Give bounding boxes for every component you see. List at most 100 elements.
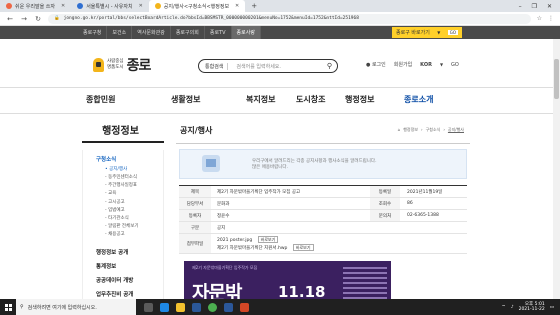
notification-icon[interactable]: ▭ bbox=[550, 305, 554, 310]
store-icon[interactable] bbox=[192, 302, 201, 312]
menu-icon[interactable]: ⋮ bbox=[548, 15, 554, 22]
nav-item[interactable]: 복지정보 bbox=[246, 94, 275, 105]
side-nav-sub-item[interactable]: - 교육 bbox=[105, 190, 116, 196]
logo-subtitle: 사람중심 명품도시 bbox=[107, 59, 124, 71]
table-header-cell: 등록자 bbox=[179, 210, 211, 221]
page-scrollbar[interactable] bbox=[553, 39, 560, 299]
taskbar-search-input[interactable]: 검색하려면 여기에 입력하십시오. bbox=[28, 304, 97, 311]
site-tab[interactable]: 역사문화관광 bbox=[132, 26, 171, 39]
nav-item[interactable]: 생활정보 bbox=[171, 94, 200, 105]
side-nav-sub-item[interactable]: - 채용공고 bbox=[105, 231, 125, 237]
breadcrumb-item[interactable]: 공지/행사 bbox=[448, 127, 464, 133]
nav-item[interactable]: 행정정보 bbox=[345, 94, 374, 105]
close-icon[interactable]: ✕ bbox=[235, 3, 239, 9]
browser-tab-active[interactable]: 공지/행사<구청소식<행정정보 ✕ bbox=[148, 0, 246, 12]
side-nav-sub-item[interactable]: - 고시공고 bbox=[105, 199, 125, 205]
side-nav-item[interactable]: 행정정보 공개 bbox=[96, 248, 128, 256]
powerpoint-icon[interactable] bbox=[240, 302, 249, 312]
view-file-button[interactable]: 바로보기 bbox=[257, 236, 279, 243]
windows-start-icon[interactable] bbox=[0, 299, 16, 315]
browser-tab[interactable]: 서울특별시 - 사유자치 ✕ bbox=[71, 0, 149, 12]
minimize-button[interactable]: – bbox=[519, 3, 522, 10]
side-navigation: 행정정보 구청소식 • 공지/행사 - 동주민센터소식 - 주간행사일정표 - … bbox=[76, 114, 165, 315]
nav-item[interactable]: 종합민원 bbox=[86, 94, 115, 105]
reload-icon[interactable]: ↻ bbox=[34, 15, 42, 23]
signup-link[interactable]: 회원가입 bbox=[394, 61, 412, 68]
chrome-icon[interactable] bbox=[208, 302, 217, 312]
attachment-link[interactable]: 제2기 자문밖마을기획단 지원서.hwp bbox=[217, 246, 287, 251]
site-tab[interactable]: 종로TV bbox=[205, 26, 232, 39]
table-header-cell: 문의처 bbox=[370, 210, 400, 221]
forward-arrow-icon[interactable]: → bbox=[20, 15, 28, 23]
star-icon[interactable]: ☆ bbox=[537, 15, 542, 22]
taskbar-search[interactable]: ⚲ 검색하려면 여기에 입력하십시오. bbox=[16, 299, 136, 315]
new-tab-button[interactable]: + bbox=[245, 2, 263, 10]
task-view-icon[interactable] bbox=[144, 302, 153, 312]
attachment-item: 제2기 자문밖마을기획단 지원서.hwp 바로보기 bbox=[217, 244, 314, 251]
table-row: 담당부서 문화과 조회수 86 bbox=[179, 198, 467, 210]
quick-select-dropdown[interactable]: 종로구 바로가기 ▼ GO bbox=[392, 27, 462, 38]
login-link[interactable]: ● 로그인 bbox=[366, 61, 386, 68]
logo-emblem-icon bbox=[93, 58, 104, 72]
side-nav-sub-item[interactable]: - 알림판 전체보기 bbox=[105, 223, 138, 229]
side-nav-section[interactable]: 구청소식 bbox=[96, 155, 116, 163]
back-arrow-icon[interactable]: ← bbox=[6, 15, 14, 23]
close-window-button[interactable]: ✕ bbox=[547, 3, 552, 10]
site-top-strip: 종로구청 보건소 역사문화관광 종로구의회 종로TV 종로사랑 종로구 바로가기… bbox=[0, 26, 560, 39]
word-icon[interactable] bbox=[224, 302, 233, 312]
search-icon: ⚲ bbox=[20, 304, 24, 310]
volume-icon[interactable]: ♪ bbox=[511, 305, 514, 310]
site-tab[interactable]: 종로구청 bbox=[78, 26, 108, 39]
search-input[interactable]: 검색어를 입력하세요. bbox=[228, 63, 326, 70]
side-nav-item[interactable]: 업무추진비 공개 bbox=[96, 290, 133, 298]
scrollbar-thumb[interactable] bbox=[554, 59, 559, 99]
article-type: 공지 bbox=[217, 225, 226, 231]
language-go-button[interactable]: GO bbox=[451, 62, 459, 68]
address-bar[interactable]: 🔒 jongno.go.kr/portal/bbs/selectBoardArt… bbox=[48, 13, 531, 24]
browser-tab[interactable]: 쉬운 우리말을 쓰자 ✕ bbox=[0, 0, 71, 12]
nav-item[interactable]: 도시창조 bbox=[296, 94, 325, 105]
table-header-cell: 구분 bbox=[179, 222, 211, 233]
wifi-icon[interactable]: ⌔ bbox=[501, 304, 505, 310]
breadcrumb-item[interactable]: 구청소식 bbox=[426, 127, 441, 133]
table-header-cell: 담당부서 bbox=[179, 198, 211, 209]
main-content: 공지/행사 ⌂ 행정정보 › 구청소식 › 공지/행사 우리구에서 알려드리는 … bbox=[176, 114, 470, 315]
site-logo[interactable]: 사람중심 명품도시 종로 bbox=[93, 55, 151, 75]
article-date: 2021년11월19일 bbox=[407, 189, 443, 195]
language-select[interactable]: KOR bbox=[420, 62, 432, 68]
side-nav-item[interactable]: 통계정보 bbox=[96, 262, 116, 270]
search-icon[interactable]: ⚲ bbox=[327, 62, 337, 70]
divider bbox=[82, 141, 164, 143]
article-dept: 문화과 bbox=[217, 201, 230, 207]
close-icon[interactable]: ✕ bbox=[61, 3, 65, 9]
screen: 쉬운 우리말을 쓰자 ✕ 서울특별시 - 사유자치 ✕ 공지/행사<구청소식<행… bbox=[0, 0, 560, 315]
breadcrumb-item[interactable]: 행정정보 bbox=[403, 127, 418, 133]
divider bbox=[176, 143, 470, 144]
clock[interactable]: 오후 5:01 2021-11-22 bbox=[519, 302, 545, 313]
close-icon[interactable]: ✕ bbox=[139, 3, 143, 9]
nav-item-active[interactable]: 종로소개 bbox=[404, 94, 433, 105]
side-nav-sub-item[interactable]: - 입법예고 bbox=[105, 207, 125, 213]
search-bar: 통합검색 검색어를 입력하세요. ⚲ bbox=[198, 59, 338, 73]
quick-go-button[interactable]: GO bbox=[447, 30, 458, 35]
site-tab[interactable]: 종로구의회 bbox=[171, 26, 205, 39]
home-icon[interactable]: ⌂ bbox=[398, 127, 401, 133]
site-tab[interactable]: 보건소 bbox=[107, 26, 133, 39]
site-tab-active[interactable]: 종로사랑 bbox=[231, 26, 261, 39]
view-file-button[interactable]: 바로보기 bbox=[292, 244, 314, 251]
side-nav-item[interactable]: 공공데이터 개방 bbox=[96, 276, 133, 284]
edge-icon[interactable] bbox=[160, 302, 169, 312]
taskbar-apps bbox=[144, 302, 249, 312]
attachment-link[interactable]: 2021 poster.jpg bbox=[217, 238, 252, 243]
tab-title: 서울특별시 - 사유자치 bbox=[86, 3, 133, 10]
side-nav-sub-item[interactable]: - 타기관소식 bbox=[105, 215, 129, 221]
search-category-select[interactable]: 통합검색 bbox=[199, 62, 229, 70]
side-nav-sub-item-active[interactable]: • 공지/행사 bbox=[105, 166, 127, 172]
side-nav-sub-item[interactable]: - 동주민센터소식 bbox=[105, 174, 137, 180]
maximize-button[interactable]: ❐ bbox=[532, 3, 537, 10]
url-text: jongno.go.kr/portal/bbs/selectBoardArtic… bbox=[63, 16, 359, 21]
side-nav-sub-item[interactable]: - 주간행사일정표 bbox=[105, 182, 137, 188]
file-explorer-icon[interactable] bbox=[176, 302, 185, 312]
article-phone: 02-6365-1388 bbox=[407, 213, 439, 218]
article-views: 86 bbox=[407, 201, 413, 206]
